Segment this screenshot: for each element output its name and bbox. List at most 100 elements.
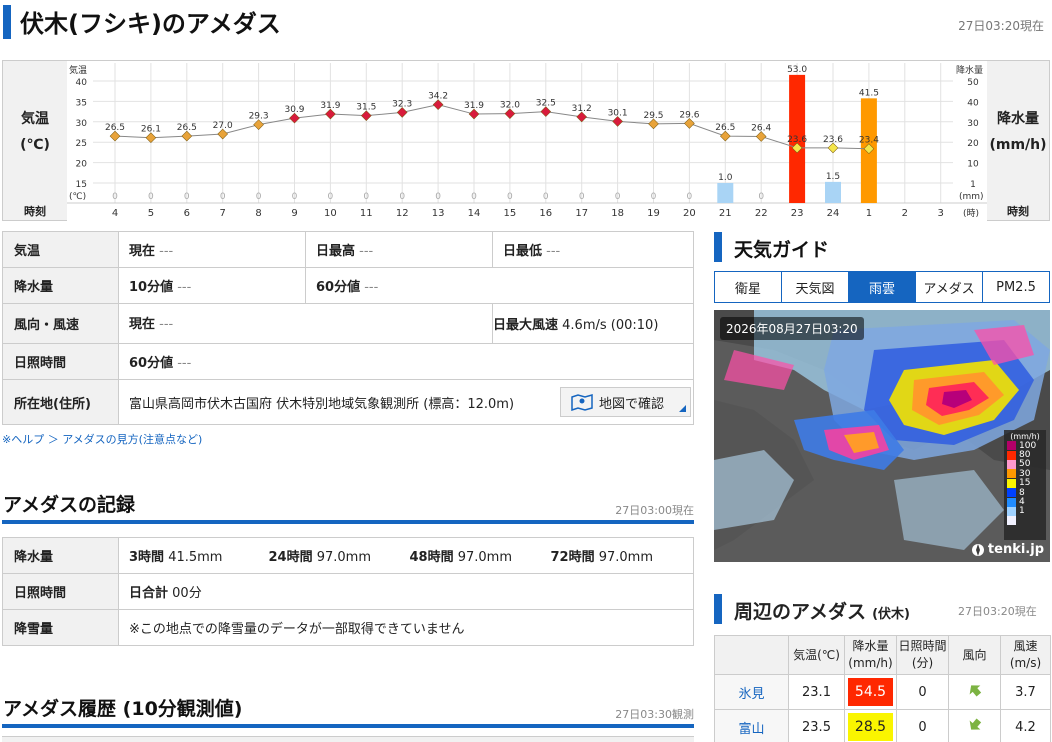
temperature-label: 26.1 bbox=[141, 125, 161, 135]
nearby-header-rain: 降水量 (mm/h) bbox=[844, 635, 897, 675]
hour-tick-label: 18 bbox=[611, 208, 624, 219]
legend-swatch bbox=[1007, 469, 1016, 479]
hour-tick-label: 7 bbox=[220, 208, 226, 219]
station-address: 富山県高岡市伏木古国府 伏木特別地域気象観測所 (標高：12.0m) bbox=[129, 396, 515, 412]
nearby-rain-value: 28.5 bbox=[848, 713, 893, 741]
right-tick-label: 30 bbox=[967, 119, 979, 129]
info-label: 所在地(住所) bbox=[2, 379, 119, 425]
info-key: 60分値 bbox=[316, 280, 361, 295]
tab-rain-cloud[interactable]: 雨雲 bbox=[849, 272, 916, 302]
guide-accent-bar bbox=[714, 232, 722, 262]
page-header: 伏木(フシキ)のアメダス 27日03:20現在 bbox=[0, 0, 1052, 44]
info-row-sunshine: 日照時間 60分値 --- bbox=[2, 343, 694, 380]
nearby-table: 気温(℃) 降水量 (mm/h) 日照時間 (分) 風向 風速(m/s) 氷見 … bbox=[714, 635, 1051, 742]
records-key: 72時間 bbox=[550, 550, 595, 565]
rain-label: 0 bbox=[292, 192, 298, 202]
right-axis-unit: 降水量 bbox=[956, 64, 983, 76]
info-value: --- bbox=[177, 356, 192, 371]
rain-label: 0 bbox=[399, 192, 405, 202]
info-row-wind: 風向・風速 現在 --- 日最大風速 4.6m/s (00:10) bbox=[2, 303, 694, 344]
records-value: 41.5mm bbox=[168, 550, 223, 565]
left-tick-label: 15 bbox=[76, 180, 87, 190]
legend-swatch bbox=[1007, 497, 1016, 507]
legend-entry: 1 bbox=[1007, 506, 1043, 516]
temperature-label: 32.0 bbox=[500, 101, 520, 111]
history-underline bbox=[2, 724, 694, 728]
right-tick-label: 20 bbox=[967, 139, 979, 149]
legend-swatch bbox=[1007, 516, 1016, 526]
rain-label: 0 bbox=[471, 192, 477, 202]
nearby-wind-dir bbox=[948, 674, 1001, 710]
temperature-label: 26.5 bbox=[177, 123, 197, 133]
hour-tick-label: 4 bbox=[112, 208, 118, 219]
tab-weather-map[interactable]: 天気図 bbox=[782, 272, 849, 302]
right-tick-label: 50 bbox=[967, 78, 979, 88]
info-label: 風向・風速 bbox=[2, 303, 119, 344]
nearby-sun: 0 bbox=[896, 674, 949, 710]
nearby-row: 氷見 23.1 54.5 0 3.7 bbox=[714, 674, 1051, 710]
nearby-header-sun: 日照時間 (分) bbox=[896, 635, 949, 675]
map-confirm-button[interactable]: 地図で確認 bbox=[559, 387, 691, 417]
rain-label: 0 bbox=[543, 192, 549, 202]
chart-time-label-left: 時刻 bbox=[3, 202, 67, 220]
help-link[interactable]: ※ヘルプ ＞ アメダスの見方(注意点など) bbox=[2, 431, 202, 447]
nearby-title: 周辺のアメダス bbox=[734, 601, 867, 623]
left-axis-unit-bottom: (℃) bbox=[69, 192, 86, 202]
nearby-wind-dir bbox=[948, 709, 1001, 742]
rain-label: 0 bbox=[615, 192, 621, 202]
records-value: 97.0mm bbox=[457, 550, 513, 565]
hour-tick-label: 16 bbox=[539, 208, 552, 219]
rain-label: 0 bbox=[328, 192, 334, 202]
temperature-label: 29.5 bbox=[643, 111, 663, 121]
rain-label: 0 bbox=[184, 192, 190, 202]
legend-entry: 15 bbox=[1007, 478, 1043, 488]
nearby-temp: 23.5 bbox=[788, 709, 845, 742]
wind-direction-icon bbox=[969, 685, 981, 697]
tenki-logo-icon bbox=[971, 543, 984, 556]
info-value: --- bbox=[364, 280, 379, 295]
guide-tabs: 衛星 天気図 雨雲 アメダス PM2.5 bbox=[714, 271, 1050, 303]
info-label: 気温 bbox=[2, 231, 119, 268]
nearby-temp: 23.1 bbox=[788, 674, 845, 710]
rain-label: 0 bbox=[507, 192, 513, 202]
tab-pm25[interactable]: PM2.5 bbox=[983, 272, 1049, 302]
records-label: 降水量 bbox=[2, 537, 119, 574]
nearby-station-link[interactable]: 氷見 bbox=[714, 674, 789, 710]
tab-satellite[interactable]: 衛星 bbox=[715, 272, 782, 302]
temperature-label: 34.2 bbox=[428, 92, 448, 102]
info-value: --- bbox=[546, 244, 561, 259]
legend-entry: 8 bbox=[1007, 488, 1043, 498]
snow-note: ※この地点での降雪量のデータが一部取得できていません bbox=[118, 609, 694, 646]
info-label: 降水量 bbox=[2, 267, 119, 304]
info-key: 現在 bbox=[129, 244, 156, 259]
nearby-header-blank bbox=[714, 635, 789, 675]
nearby-rain-value: 54.5 bbox=[848, 678, 893, 706]
records-key: 日合計 bbox=[129, 586, 169, 601]
left-tick-label: 20 bbox=[76, 160, 88, 170]
left-tick-label: 25 bbox=[76, 139, 87, 149]
info-key: 現在 bbox=[129, 317, 156, 332]
rain-radar-map[interactable]: 2026年08月27日03:20 (mm/h) 100 80 50 30 15 8 4 1 t… bbox=[714, 310, 1050, 562]
hour-axis bbox=[67, 203, 987, 221]
tab-amedas[interactable]: アメダス bbox=[916, 272, 983, 302]
hour-tick-label: 11 bbox=[360, 208, 373, 219]
legend-entry: 4 bbox=[1007, 497, 1043, 507]
nearby-station-link[interactable]: 富山 bbox=[714, 709, 789, 742]
records-row-snow: 降雪量 ※この地点での降雪量のデータが一部取得できていません bbox=[2, 609, 694, 646]
hour-tick-label: 10 bbox=[324, 208, 337, 219]
records-underline bbox=[2, 520, 694, 524]
chart-plot: 気温(℃)降水量(mm)403530252015504030201014 5 6 7 8… bbox=[67, 63, 987, 221]
temperature-label: 23.6 bbox=[823, 135, 843, 145]
left-tick-label: 35 bbox=[76, 98, 87, 108]
nearby-accent-bar bbox=[714, 594, 722, 624]
rain-label: 0 bbox=[112, 192, 118, 202]
legend-swatch bbox=[1007, 450, 1016, 460]
records-key: 3時間 bbox=[129, 550, 165, 565]
records-timestamp: 27日03:00現在 bbox=[615, 504, 694, 517]
legend-entry: 30 bbox=[1007, 469, 1043, 479]
temperature-label: 31.5 bbox=[356, 103, 376, 113]
nearby-header-wind-speed: 風速(m/s) bbox=[1000, 635, 1051, 675]
hour-tick-label: 23 bbox=[791, 208, 804, 219]
temperature-label: 30.1 bbox=[608, 108, 628, 118]
map-icon bbox=[571, 394, 593, 411]
